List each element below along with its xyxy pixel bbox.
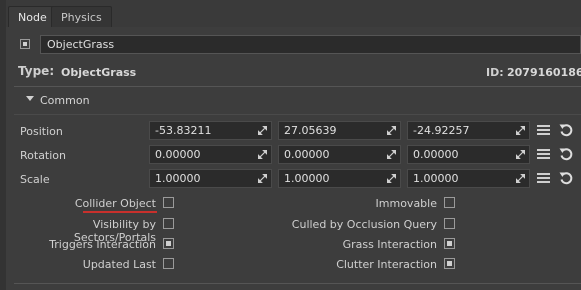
node-name-field[interactable]: ObjectGrass — [40, 35, 581, 54]
triggers-interaction-label: Triggers Interaction — [49, 238, 156, 251]
position-x-value: -53.83211 — [155, 124, 212, 137]
node-enabled-checkbox[interactable] — [20, 39, 30, 49]
type-label: Type: — [18, 64, 55, 78]
scale-x-field[interactable]: 1.00000 — [149, 169, 272, 188]
grass-interaction-checkbox[interactable] — [444, 238, 455, 249]
position-x-field[interactable]: -53.83211 — [149, 121, 272, 140]
rotation-x-value: 0.00000 — [155, 148, 201, 161]
updated-last-checkbox[interactable] — [163, 258, 174, 269]
scale-y-value: 1.00000 — [284, 172, 330, 185]
tab-bar: Node Physics — [6, 0, 581, 28]
tab-node[interactable]: Node — [8, 6, 57, 28]
visibility-by-sectors-portals-checkbox[interactable] — [163, 218, 174, 229]
drag-arrows-icon[interactable] — [258, 174, 267, 183]
scale-z-field[interactable]: 1.00000 — [407, 169, 530, 188]
clutter-interaction-checkbox[interactable] — [444, 258, 455, 269]
position-z-field[interactable]: -24.92257 — [407, 121, 530, 140]
immovable-checkbox[interactable] — [444, 197, 455, 208]
scale-z-value: 1.00000 — [413, 172, 459, 185]
drag-arrows-icon[interactable] — [387, 174, 396, 183]
section-divider — [14, 86, 581, 87]
drag-arrows-icon[interactable] — [387, 150, 396, 159]
position-reset-icon[interactable] — [559, 123, 573, 137]
collider-object-checkbox[interactable] — [163, 197, 174, 208]
common-section-header[interactable]: Common — [40, 94, 90, 107]
drag-arrows-icon[interactable] — [258, 126, 267, 135]
collapse-arrow-icon[interactable] — [26, 96, 34, 101]
position-y-value: 27.05639 — [284, 124, 337, 137]
drag-arrows-icon[interactable] — [516, 150, 525, 159]
rotation-reset-icon[interactable] — [559, 147, 573, 161]
bottom-divider — [14, 283, 581, 284]
rotation-label: Rotation — [20, 149, 67, 162]
id-label: ID: — [486, 66, 504, 79]
scale-menu-icon[interactable] — [537, 173, 550, 183]
triggers-interaction-checkbox[interactable] — [163, 238, 174, 249]
drag-arrows-icon[interactable] — [516, 174, 525, 183]
updated-last-label: Updated Last — [82, 258, 156, 271]
type-value: ObjectGrass — [61, 66, 137, 79]
position-y-field[interactable]: 27.05639 — [278, 121, 401, 140]
rotation-z-value: 0.00000 — [413, 148, 459, 161]
scale-y-field[interactable]: 1.00000 — [278, 169, 401, 188]
highlight-underline — [83, 211, 157, 213]
rotation-z-field[interactable]: 0.00000 — [407, 145, 530, 164]
culled-by-occlusion-query-label: Culled by Occlusion Query — [291, 218, 437, 231]
position-menu-icon[interactable] — [537, 125, 550, 135]
scale-reset-icon[interactable] — [559, 171, 573, 185]
position-z-value: -24.92257 — [413, 124, 470, 137]
immovable-label: Immovable — [375, 197, 437, 210]
rotation-y-value: 0.00000 — [284, 148, 330, 161]
id-value: 2079160186 — [507, 66, 581, 79]
drag-arrows-icon[interactable] — [516, 126, 525, 135]
grass-interaction-label: Grass Interaction — [342, 238, 437, 251]
drag-arrows-icon[interactable] — [258, 150, 267, 159]
rotation-menu-icon[interactable] — [537, 149, 550, 159]
clutter-interaction-label: Clutter Interaction — [336, 258, 437, 271]
scale-x-value: 1.00000 — [155, 172, 201, 185]
tab-physics[interactable]: Physics — [51, 6, 112, 27]
rotation-y-field[interactable]: 0.00000 — [278, 145, 401, 164]
common-section-divider — [14, 114, 581, 115]
collider-object-label: Collider Object — [74, 197, 156, 210]
position-label: Position — [20, 125, 63, 138]
scale-label: Scale — [20, 173, 50, 186]
rotation-x-field[interactable]: 0.00000 — [149, 145, 272, 164]
drag-arrows-icon[interactable] — [387, 126, 396, 135]
culled-by-occlusion-query-checkbox[interactable] — [444, 218, 455, 229]
